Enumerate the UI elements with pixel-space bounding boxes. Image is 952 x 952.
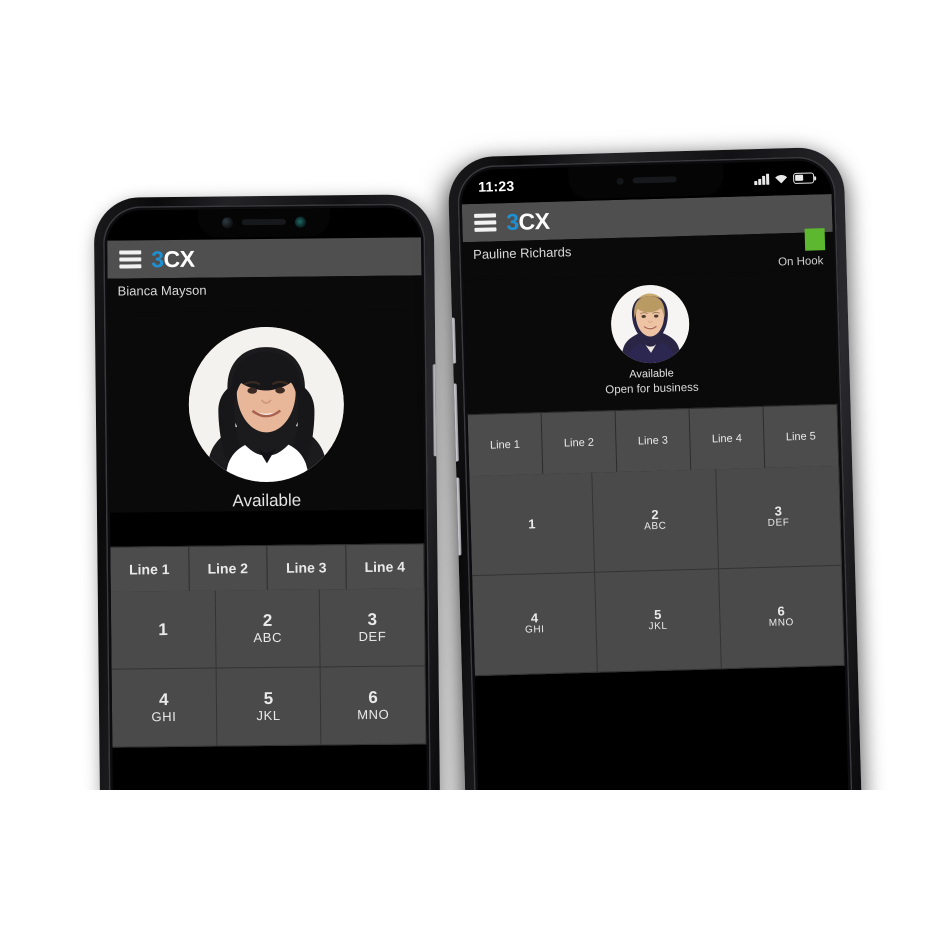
key-digit: 5: [263, 688, 274, 708]
hamburger-menu-icon[interactable]: [474, 213, 497, 232]
earpiece-speaker-icon: [241, 218, 286, 226]
dialpad-key-3[interactable]: 3 DEF: [320, 588, 426, 668]
proximity-sensor-icon: [616, 177, 624, 185]
key-letters: JKL: [256, 707, 281, 723]
key-letters: DEF: [767, 517, 790, 530]
hamburger-menu-icon[interactable]: [119, 250, 142, 269]
logo-suffix: CX: [518, 207, 550, 235]
phone-left-bezel: 3CX Bianca Mayson Available Line 1 Line …: [102, 203, 432, 829]
dialpad-key-6[interactable]: 6 MNO: [718, 565, 845, 670]
presence-status-label: Available: [232, 490, 302, 511]
dialpad-key-4[interactable]: 4 GHI: [472, 572, 599, 677]
silent-switch-right-phone[interactable]: [450, 317, 457, 364]
key-letters: ABC: [643, 521, 667, 533]
key-digit: 1: [158, 619, 168, 639]
presence-status-badge[interactable]: [804, 228, 826, 251]
line-tab-1[interactable]: Line 1: [467, 412, 544, 477]
battery-icon: [792, 171, 815, 184]
dialpad-key-3[interactable]: 3 DEF: [715, 465, 842, 570]
status-bar-clock: 11:23: [478, 177, 515, 195]
3cx-logo: 3CX: [151, 245, 195, 272]
line-tabs-right: Line 1 Line 2 Line 3 Line 4 Line 5: [467, 403, 840, 477]
dialpad-key-4[interactable]: 4 GHI: [111, 668, 218, 748]
phone-right: 11:23 3CX Pauline Richards On Hook Avail…: [447, 146, 863, 848]
user-row-left[interactable]: Bianca Mayson: [107, 275, 422, 313]
dialpad-key-1[interactable]: 1: [110, 590, 217, 670]
user-name: Pauline Richards: [472, 244, 572, 262]
key-letters: GHI: [524, 624, 545, 636]
3cx-logo: 3CX: [505, 207, 550, 235]
dialpad-key-5[interactable]: 5 JKL: [595, 569, 722, 673]
earpiece-speaker-icon: [632, 176, 677, 184]
bottom-crop-mask: [0, 790, 952, 952]
phone-left: 3CX Bianca Mayson Available Line 1 Line …: [93, 194, 441, 838]
power-button-left-phone[interactable]: [432, 364, 438, 457]
front-camera-icon: [221, 216, 233, 228]
volume-up-button-right-phone[interactable]: [452, 383, 459, 462]
scene-root: 3CX Bianca Mayson Available Line 1 Line …: [0, 0, 952, 952]
logo-prefix: 3: [151, 245, 164, 272]
dialpad-key-2[interactable]: 2 ABC: [592, 469, 719, 573]
cellular-signal-icon: [754, 173, 770, 185]
user-name: Bianca Mayson: [117, 282, 207, 299]
proximity-sensor-icon: [294, 216, 306, 228]
key-letters: ABC: [253, 629, 283, 645]
line-tab-2[interactable]: Line 2: [188, 544, 268, 591]
key-letters: MNO: [357, 706, 390, 722]
key-letters: GHI: [151, 708, 177, 724]
presence-status-label: Available: [629, 367, 674, 381]
key-letters: DEF: [358, 628, 387, 644]
dialpad-key-5[interactable]: 5 JKL: [216, 667, 322, 747]
line-tabs-left: Line 1 Line 2 Line 3 Line 4: [110, 543, 425, 592]
logo-suffix: CX: [163, 245, 195, 272]
avatar[interactable]: [610, 283, 691, 365]
line-tab-2[interactable]: Line 2: [541, 410, 618, 475]
status-message-label: Open for business: [605, 381, 699, 397]
line-tab-4[interactable]: Line 4: [689, 405, 766, 470]
phone-right-bezel: 11:23 3CX Pauline Richards On Hook Avail…: [456, 155, 854, 839]
volume-down-button-right-phone[interactable]: [455, 477, 462, 556]
key-digit: 1: [528, 516, 536, 532]
notch-right-phone: [568, 160, 725, 200]
line-tab-3[interactable]: Line 3: [615, 408, 692, 473]
logo-prefix: 3: [505, 208, 519, 235]
key-digit: 6: [777, 603, 785, 619]
key-digit: 2: [262, 610, 273, 630]
key-letters: MNO: [768, 617, 795, 630]
wifi-icon: [774, 173, 788, 184]
key-digit: 4: [530, 609, 539, 626]
key-digit: 3: [774, 503, 783, 519]
key-digit: 2: [651, 506, 659, 522]
line-tab-1[interactable]: Line 1: [110, 545, 190, 592]
dialpad-left: 1 2 ABC 3 DEF 4 GHI 5 JKL 6 MNO: [110, 588, 427, 748]
hook-state-label: On Hook: [777, 255, 824, 269]
profile-panel-right: Available Open for business: [463, 269, 838, 415]
dialpad-key-2[interactable]: 2 ABC: [215, 589, 321, 669]
key-digit: 6: [368, 687, 378, 707]
avatar[interactable]: [187, 326, 345, 483]
line-tab-3[interactable]: Line 3: [267, 544, 347, 590]
key-digit: 5: [653, 606, 662, 622]
line-tab-5[interactable]: Line 5: [763, 403, 840, 468]
phone-right-screen: 11:23 3CX Pauline Richards On Hook Avail…: [460, 159, 850, 835]
notch-left-phone: [197, 207, 331, 238]
dialpad-right: 1 2 ABC 3 DEF 4 GHI 5 JKL 6 MNO: [469, 465, 845, 677]
status-bar-indicators: [754, 171, 815, 185]
dialpad-key-6[interactable]: 6 MNO: [320, 666, 427, 746]
profile-panel-left: Available: [107, 309, 424, 513]
key-letters: JKL: [648, 621, 668, 633]
dialpad-key-1[interactable]: 1: [469, 472, 596, 577]
phone-left-screen: 3CX Bianca Mayson Available Line 1 Line …: [106, 207, 428, 825]
key-digit: 4: [158, 689, 169, 709]
app-bar-left: 3CX: [107, 237, 422, 279]
line-tab-4[interactable]: Line 4: [345, 543, 425, 590]
key-digit: 3: [367, 609, 378, 629]
